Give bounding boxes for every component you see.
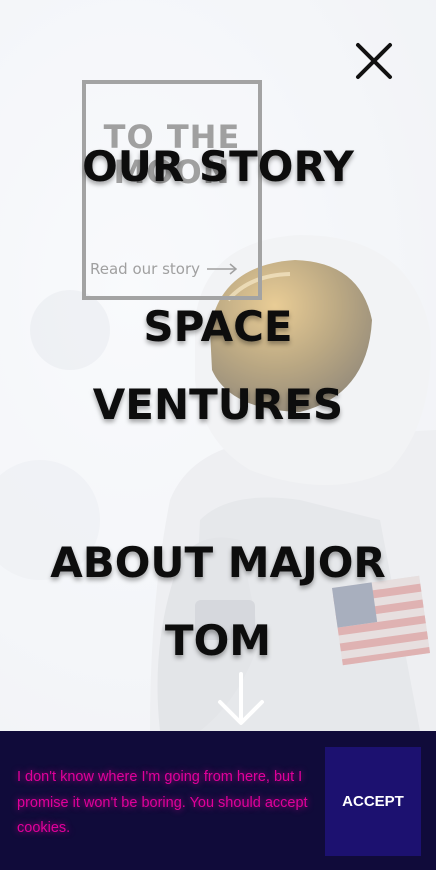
cookie-banner: I don't know where I'm going from here, … xyxy=(0,731,436,870)
scroll-down-button[interactable] xyxy=(212,670,270,728)
menu-item-label-line-1: SPACE xyxy=(143,302,293,351)
accept-cookies-button[interactable]: ACCEPT xyxy=(325,747,421,856)
menu-item-label-line-2: TOM xyxy=(164,616,272,665)
hero-section: TO THE MOON Read our story OUR STORY SPA… xyxy=(0,0,436,731)
menu-item-label: OUR STORY xyxy=(82,142,354,191)
menu-item-space-ventures[interactable]: SPACE VENTURES xyxy=(0,288,436,444)
cookie-message: I don't know where I'm going from here, … xyxy=(17,769,308,836)
close-menu-button[interactable] xyxy=(353,40,395,82)
arrow-right-icon xyxy=(207,263,238,275)
read-story-label: Read our story xyxy=(90,260,200,278)
menu-item-our-story[interactable]: OUR STORY xyxy=(0,128,436,206)
menu-item-label-line-1: ABOUT MAJOR xyxy=(50,538,386,587)
read-story-link[interactable]: Read our story xyxy=(90,256,238,282)
close-icon xyxy=(356,43,392,79)
arrow-down-icon xyxy=(218,672,264,725)
menu-item-label-line-2: VENTURES xyxy=(92,380,344,429)
menu-item-about-major-tom[interactable]: ABOUT MAJOR TOM xyxy=(0,524,436,680)
